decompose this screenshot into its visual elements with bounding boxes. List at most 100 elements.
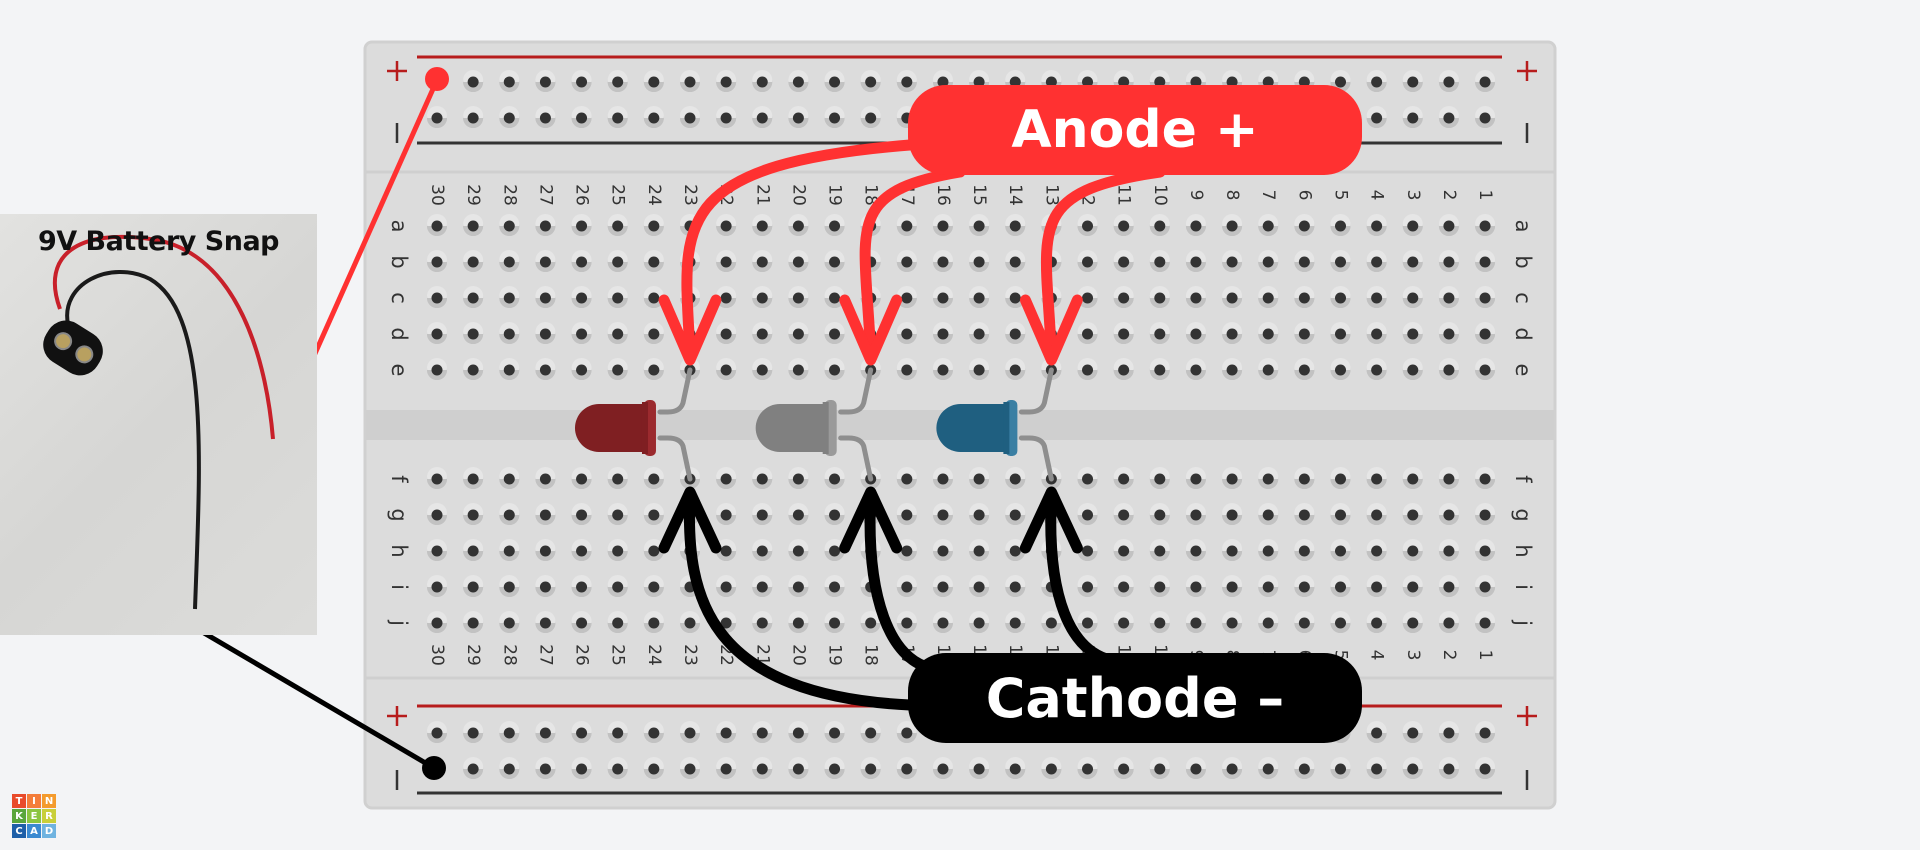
hole-f24[interactable]	[643, 467, 664, 489]
rail-hole[interactable]	[571, 757, 592, 779]
rail-hole[interactable]	[1294, 757, 1315, 779]
hole-a30[interactable]	[427, 214, 447, 236]
hole-j28[interactable]	[499, 611, 520, 633]
hole-g21[interactable]	[752, 503, 773, 525]
hole-g20[interactable]	[788, 503, 809, 525]
rail-hole[interactable]	[607, 721, 628, 743]
rail-hole[interactable]	[463, 106, 484, 128]
hole-c11[interactable]	[1113, 286, 1134, 308]
hole-e21[interactable]	[752, 358, 773, 380]
hole-e22[interactable]	[716, 358, 737, 380]
hole-h11[interactable]	[1113, 539, 1134, 561]
rail-hole[interactable]	[607, 757, 628, 779]
hole-b19[interactable]	[824, 250, 845, 272]
hole-g6[interactable]	[1294, 503, 1315, 525]
rail-hole[interactable]	[788, 106, 809, 128]
hole-f16[interactable]	[932, 467, 953, 489]
rail-hole[interactable]	[1402, 106, 1423, 128]
hole-g26[interactable]	[571, 503, 592, 525]
hole-h9[interactable]	[1185, 539, 1206, 561]
hole-j7[interactable]	[1258, 611, 1279, 633]
hole-b7[interactable]	[1258, 250, 1279, 272]
hole-h10[interactable]	[1149, 539, 1170, 561]
rail-hole[interactable]	[643, 70, 664, 92]
hole-j4[interactable]	[1366, 611, 1387, 633]
rail-hole[interactable]	[716, 106, 737, 128]
hole-g5[interactable]	[1330, 503, 1351, 525]
hole-a11[interactable]	[1113, 214, 1134, 236]
hole-b1[interactable]	[1475, 250, 1496, 272]
hole-e28[interactable]	[499, 358, 520, 380]
rail-hole[interactable]	[427, 106, 447, 128]
hole-b21[interactable]	[752, 250, 773, 272]
hole-i9[interactable]	[1185, 575, 1206, 597]
rail-hole[interactable]	[824, 721, 845, 743]
positive-wire-end-board[interactable]	[425, 67, 449, 91]
hole-g1[interactable]	[1475, 503, 1496, 525]
hole-j5[interactable]	[1330, 611, 1351, 633]
rail-hole[interactable]	[716, 757, 737, 779]
hole-b2[interactable]	[1438, 250, 1459, 272]
hole-f26[interactable]	[571, 467, 592, 489]
hole-i6[interactable]	[1294, 575, 1315, 597]
rail-hole[interactable]	[427, 721, 447, 743]
rail-hole[interactable]	[1005, 757, 1026, 779]
hole-h16[interactable]	[932, 539, 953, 561]
rail-hole[interactable]	[1366, 106, 1387, 128]
hole-f8[interactable]	[1222, 467, 1243, 489]
hole-i7[interactable]	[1258, 575, 1279, 597]
hole-d14[interactable]	[1005, 322, 1026, 344]
hole-h20[interactable]	[788, 539, 809, 561]
hole-e11[interactable]	[1113, 358, 1134, 380]
rail-hole[interactable]	[969, 757, 990, 779]
hole-b3[interactable]	[1402, 250, 1423, 272]
hole-i30[interactable]	[427, 575, 447, 597]
hole-a1[interactable]	[1475, 214, 1496, 236]
hole-j14[interactable]	[1005, 611, 1026, 633]
rail-hole[interactable]	[1475, 757, 1496, 779]
hole-e25[interactable]	[607, 358, 628, 380]
hole-c20[interactable]	[788, 286, 809, 308]
hole-f14[interactable]	[1005, 467, 1026, 489]
hole-a12[interactable]	[1077, 214, 1098, 236]
hole-i17[interactable]	[896, 575, 917, 597]
hole-b20[interactable]	[788, 250, 809, 272]
rail-hole[interactable]	[860, 106, 881, 128]
rail-hole[interactable]	[1366, 721, 1387, 743]
rail-hole[interactable]	[1402, 757, 1423, 779]
hole-g15[interactable]	[969, 503, 990, 525]
hole-e19[interactable]	[824, 358, 845, 380]
hole-b17[interactable]	[896, 250, 917, 272]
hole-d16[interactable]	[932, 322, 953, 344]
hole-e8[interactable]	[1222, 358, 1243, 380]
hole-c10[interactable]	[1149, 286, 1170, 308]
negative-wire-end-board[interactable]	[422, 756, 446, 780]
rail-hole[interactable]	[1366, 757, 1387, 779]
hole-h21[interactable]	[752, 539, 773, 561]
hole-b11[interactable]	[1113, 250, 1134, 272]
hole-j2[interactable]	[1438, 611, 1459, 633]
hole-c3[interactable]	[1402, 286, 1423, 308]
hole-f2[interactable]	[1438, 467, 1459, 489]
hole-i19[interactable]	[824, 575, 845, 597]
hole-a8[interactable]	[1222, 214, 1243, 236]
hole-g27[interactable]	[535, 503, 556, 525]
hole-j8[interactable]	[1222, 611, 1243, 633]
hole-g19[interactable]	[824, 503, 845, 525]
hole-f6[interactable]	[1294, 467, 1315, 489]
hole-e2[interactable]	[1438, 358, 1459, 380]
hole-d3[interactable]	[1402, 322, 1423, 344]
rail-hole[interactable]	[860, 757, 881, 779]
hole-e7[interactable]	[1258, 358, 1279, 380]
rail-hole[interactable]	[1475, 70, 1496, 92]
hole-a15[interactable]	[969, 214, 990, 236]
hole-i27[interactable]	[535, 575, 556, 597]
hole-e12[interactable]	[1077, 358, 1098, 380]
hole-j23[interactable]	[679, 611, 700, 633]
hole-h26[interactable]	[571, 539, 592, 561]
hole-c25[interactable]	[607, 286, 628, 308]
hole-g30[interactable]	[427, 503, 447, 525]
hole-f25[interactable]	[607, 467, 628, 489]
hole-c7[interactable]	[1258, 286, 1279, 308]
hole-a24[interactable]	[643, 214, 664, 236]
